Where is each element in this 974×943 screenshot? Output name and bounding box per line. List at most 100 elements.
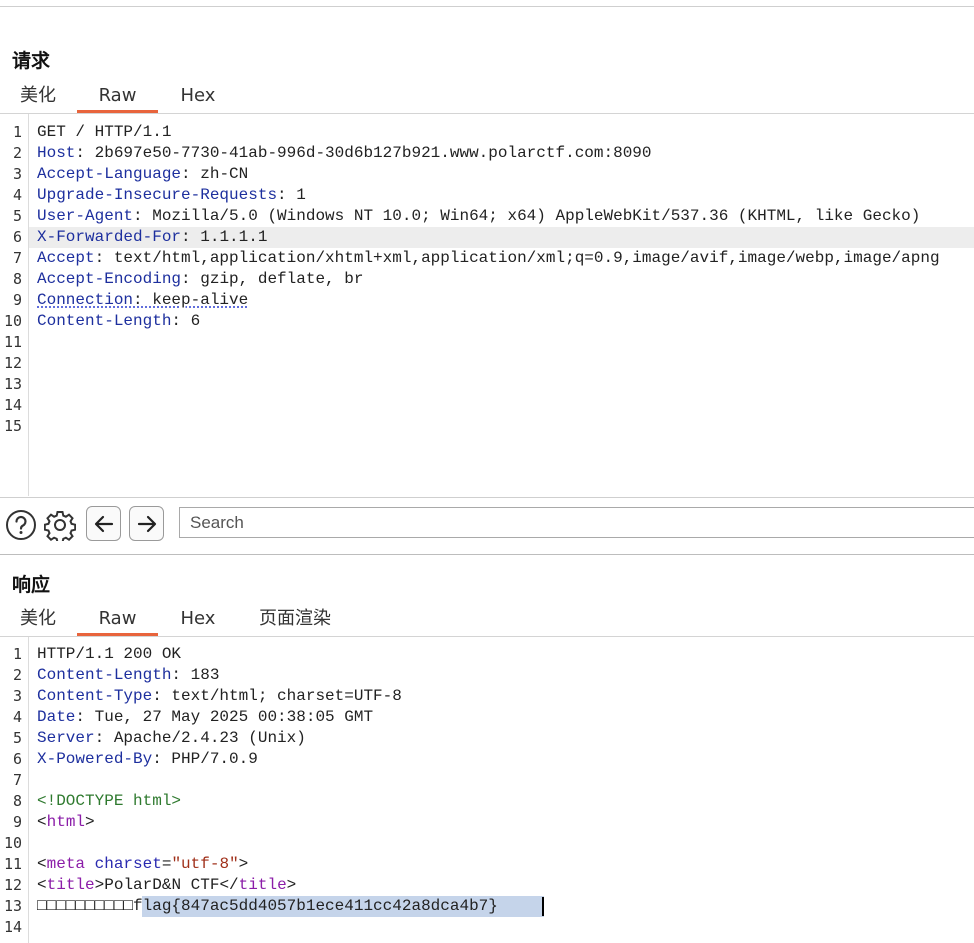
response-header-line: Server: Apache/2.4.23 (Unix) xyxy=(37,728,306,749)
header-value: : zh-CN xyxy=(181,165,249,183)
request-panel-title: 请求 xyxy=(12,50,51,72)
header-name: X-Forwarded-For xyxy=(37,228,182,246)
request-line-text: GET / HTTP/1.1 xyxy=(37,123,172,141)
header-value: : 1.1.1.1 xyxy=(181,228,268,246)
line-number: 7 xyxy=(12,249,22,267)
line-number: 11 xyxy=(3,855,22,873)
line-number: 4 xyxy=(12,708,22,726)
line-number: 9 xyxy=(12,291,22,309)
line-number: 5 xyxy=(12,207,22,225)
back-button[interactable] xyxy=(86,506,121,541)
line-number: 3 xyxy=(12,687,22,705)
request-editor[interactable]: 1 GET / HTTP/1.1 2 Host: 2b697e50-7730-41ab… xyxy=(0,114,974,496)
header-name: Connection xyxy=(37,291,134,309)
line-number: 10 xyxy=(3,834,22,852)
line-number: 9 xyxy=(12,813,22,831)
request-line: Accept-Encoding: gzip, deflate, br xyxy=(37,269,363,290)
line-number: 8 xyxy=(12,792,22,810)
arrow-left-icon xyxy=(94,515,113,532)
line-number: 10 xyxy=(3,312,22,330)
line-number: 6 xyxy=(12,228,22,246)
flag-selected-text: flag{847ac5dd4057b1ece411cc42a8dca4b xyxy=(133,897,479,915)
response-flag-line[interactable]: □□□□□□□□□□flag{847ac5dd4057b1ece411cc42a… xyxy=(0,896,974,917)
line-number: 14 xyxy=(3,918,22,936)
text-caret xyxy=(542,897,544,916)
request-line: Upgrade-Insecure-Requests: 1 xyxy=(37,185,306,206)
forward-button[interactable] xyxy=(129,506,164,541)
search-toolbar xyxy=(0,497,974,554)
response-tab-hex[interactable]: Hex xyxy=(178,605,218,636)
response-tab-render[interactable]: 页面渲染 xyxy=(255,605,335,636)
header-value: : 2b697e50-7730-41ab-996d-30d6b127b921.w… xyxy=(75,144,652,162)
header-value: : PHP/7.0.9 xyxy=(152,750,258,768)
header-name: Date xyxy=(37,708,76,726)
header-value: : Tue, 27 May 2025 00:38:05 GMT xyxy=(75,708,374,726)
line-number: 4 xyxy=(12,186,22,204)
header-name: Accept xyxy=(37,249,95,267)
header-value: : 6 xyxy=(171,312,201,330)
header-name: X-Powered-By xyxy=(37,750,153,768)
request-line: Connection: keep-alive xyxy=(37,290,248,311)
header-name: Accept-Encoding xyxy=(37,270,182,288)
header-value: : 1 xyxy=(277,186,306,204)
line-number: 2 xyxy=(12,144,22,162)
flag-rest-text: 7} xyxy=(478,897,498,915)
header-name: User-Agent xyxy=(37,207,134,225)
header-value: : 183 xyxy=(171,666,220,684)
gear-icon[interactable] xyxy=(43,508,77,542)
line-number: 7 xyxy=(12,771,22,789)
line-number: 15 xyxy=(3,417,22,435)
response-title-tag: <title>PolarD&N CTF</title> xyxy=(37,876,297,894)
response-tab-pretty[interactable]: 美化 xyxy=(18,605,58,636)
request-line: GET / HTTP/1.1 xyxy=(37,122,171,143)
header-name: Host xyxy=(37,144,76,162)
request-tab-raw[interactable]: Raw xyxy=(77,82,158,113)
line-number: 5 xyxy=(12,729,22,747)
header-name: Content-Type xyxy=(37,687,153,705)
line-number: 1 xyxy=(12,123,22,141)
response-tab-raw[interactable]: Raw xyxy=(77,605,158,636)
arrow-right-icon xyxy=(137,515,156,532)
header-name: Content-Length xyxy=(37,666,172,684)
line-number: 13 xyxy=(3,375,22,393)
request-tab-pretty[interactable]: 美化 xyxy=(18,82,58,113)
line-number: 12 xyxy=(3,354,22,372)
help-circle-icon[interactable] xyxy=(4,508,38,542)
response-doctype: <!DOCTYPE html> xyxy=(37,792,182,810)
response-tabs: 美化 Raw Hex 页面渲染 xyxy=(0,605,974,637)
response-status-line: HTTP/1.1 200 OK xyxy=(37,645,182,663)
header-value: : text/html; charset=UTF-8 xyxy=(152,687,402,705)
line-number: 11 xyxy=(3,333,22,351)
header-value: : Mozilla/5.0 (Windows NT 10.0; Win64; x… xyxy=(133,207,921,225)
response-header-line: X-Powered-By: PHP/7.0.9 xyxy=(37,749,258,770)
header-name: Content-Length xyxy=(37,312,172,330)
request-line: User-Agent: Mozilla/5.0 (Windows NT 10.0… xyxy=(37,206,920,227)
garbled-text: □□□□□□□□□□ xyxy=(37,897,134,915)
response-header-line: Content-Type: text/html; charset=UTF-8 xyxy=(37,686,402,707)
header-value: : keep-alive xyxy=(133,291,249,309)
header-value: : Apache/2.4.23 (Unix) xyxy=(94,729,306,747)
header-value: : gzip, deflate, br xyxy=(181,270,364,288)
line-number: 8 xyxy=(12,270,22,288)
response-meta-tag: <meta charset="utf-8"> xyxy=(37,855,249,873)
request-line: Content-Length: 6 xyxy=(37,311,200,332)
request-line: Host: 2b697e50-7730-41ab-996d-30d6b127b9… xyxy=(37,143,652,164)
request-line: Accept-Language: zh-CN xyxy=(37,164,248,185)
line-number: 12 xyxy=(3,876,22,894)
header-name: Server xyxy=(37,729,95,747)
header-value: : text/html,application/xhtml+xml,applic… xyxy=(94,249,940,267)
request-tab-hex[interactable]: Hex xyxy=(178,82,218,113)
response-editor[interactable]: 1 2 3 4 5 6 7 8 9 10 11 12 13 14 HTTP/1.1 200 OK Cont… xyxy=(0,637,974,943)
response-panel-title: 响应 xyxy=(12,574,51,596)
header-name: Accept-Language xyxy=(37,165,182,183)
top-divider xyxy=(0,6,974,7)
search-input[interactable] xyxy=(179,507,974,538)
request-line: Accept: text/html,application/xhtml+xml,… xyxy=(37,248,940,269)
header-name: Upgrade-Insecure-Requests xyxy=(37,186,278,204)
line-number: 3 xyxy=(12,165,22,183)
response-header-line: Date: Tue, 27 May 2025 00:38:05 GMT xyxy=(37,707,373,728)
panel-divider xyxy=(0,554,974,555)
line-number: 1 xyxy=(12,645,22,663)
line-number: 14 xyxy=(3,396,22,414)
request-tabs: 美化 Raw Hex xyxy=(0,82,974,114)
